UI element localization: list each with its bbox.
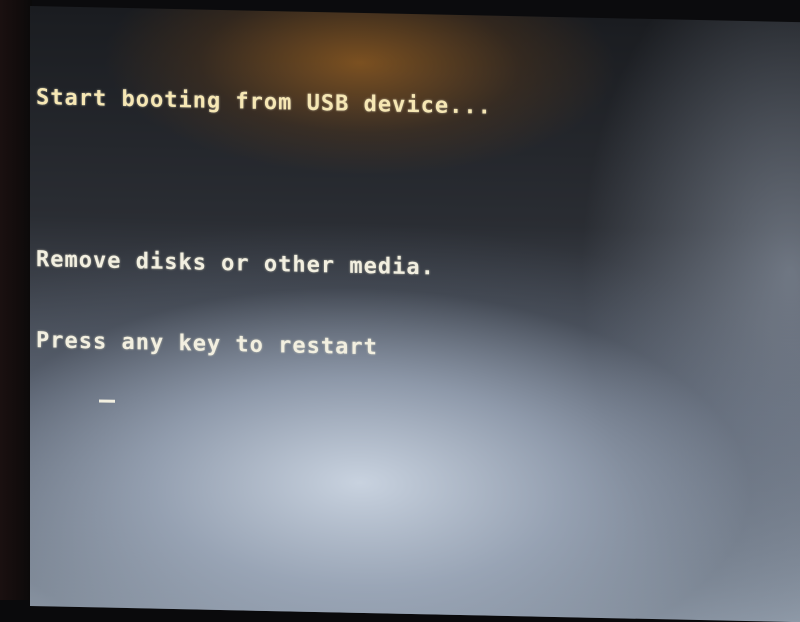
console-line-remove-media: Remove disks or other media. xyxy=(36,247,435,281)
console-line-boot-message: Start booting from USB device... xyxy=(36,85,492,120)
bios-screen[interactable]: Start booting from USB device... Remove … xyxy=(30,6,800,622)
text-cursor xyxy=(98,399,115,403)
console-output: Start booting from USB device... Remove … xyxy=(36,30,492,445)
monitor-bezel-left xyxy=(0,0,32,600)
console-line-press-key: Press any key to restart xyxy=(36,328,378,361)
console-line-blank xyxy=(36,165,492,202)
